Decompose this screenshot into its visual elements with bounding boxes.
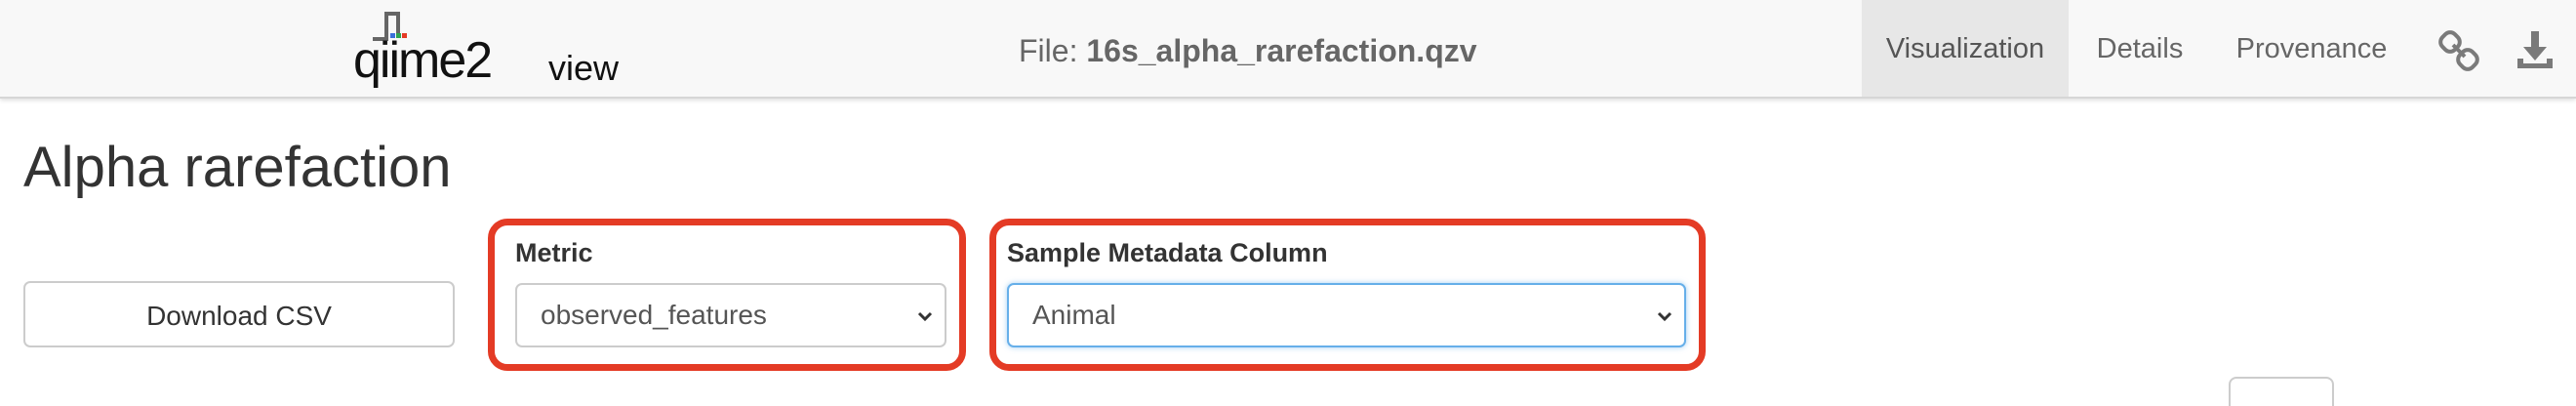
top-navbar: qiime2 view File: 16s_alpha_rarefaction.… (0, 0, 2576, 99)
page-title: Alpha rarefaction (23, 136, 452, 199)
download-icon[interactable] (2514, 29, 2556, 72)
metric-select[interactable]: observed_features (515, 283, 946, 347)
link-icon[interactable] (2437, 29, 2480, 72)
partial-control[interactable] (2229, 377, 2334, 406)
metadata-column-label: Sample Metadata Column (1007, 238, 1328, 267)
metadata-column-select[interactable]: Animal (1007, 283, 1686, 347)
tab-provenance[interactable]: Provenance (2211, 0, 2412, 97)
chevron-down-icon (917, 311, 933, 322)
metadata-column-value: Animal (1032, 300, 1116, 330)
tab-details[interactable]: Details (2069, 0, 2211, 97)
file-prefix: File: (1019, 33, 1087, 68)
chevron-down-icon (1657, 311, 1672, 322)
qiime2-view-logo[interactable]: qiime2 view (353, 8, 619, 89)
logo-suffix: view (548, 48, 620, 88)
metric-label: Metric (515, 238, 593, 267)
logo-text: qiime2 (353, 32, 493, 89)
file-title: File: 16s_alpha_rarefaction.qzv (1019, 33, 1477, 69)
metric-value: observed_features (541, 300, 767, 330)
file-name: 16s_alpha_rarefaction.qzv (1086, 33, 1477, 68)
download-csv-button[interactable]: Download CSV (23, 281, 455, 347)
tab-visualization[interactable]: Visualization (1862, 0, 2069, 97)
